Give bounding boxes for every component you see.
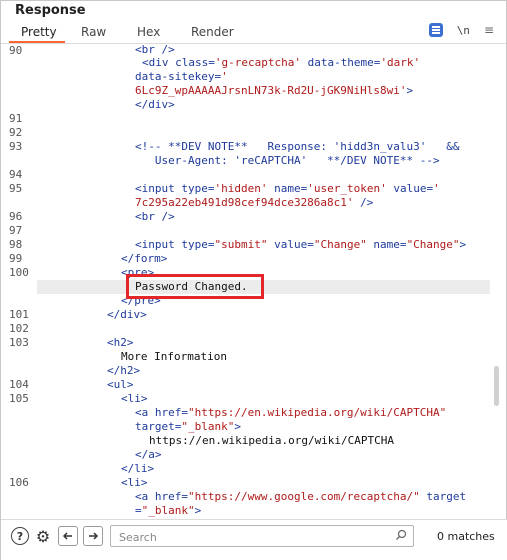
line-number: 98 bbox=[9, 238, 23, 251]
code-line: </a> bbox=[135, 448, 162, 461]
code-line: <div class='g-recaptcha' data-theme='dar… bbox=[142, 56, 421, 69]
code-line: 6Lc9Z_wpAAAAAJrsnLN73k-Rd2U-jGK9NiHls8wi… bbox=[135, 84, 414, 97]
code-line: 7c295a22eb491d98cef94dce3286a8c1' /> bbox=[135, 196, 374, 209]
line-number: 92 bbox=[9, 126, 23, 139]
code-line: </h2> bbox=[107, 364, 141, 377]
code-line: User-Agent: 'reCAPTCHA' **/DEV NOTE** --… bbox=[135, 154, 440, 167]
line-number: 91 bbox=[9, 112, 23, 125]
tab-render[interactable]: Render bbox=[177, 23, 257, 43]
line-number: 93 bbox=[9, 140, 23, 153]
code-line: ="_blank"> bbox=[135, 504, 202, 517]
code-line: </div> bbox=[107, 308, 147, 321]
help-icon[interactable]: ? bbox=[11, 527, 29, 545]
code-line: <li> bbox=[121, 392, 148, 405]
tab-raw[interactable]: Raw bbox=[65, 23, 115, 43]
response-panel: Response Pretty Raw Hex Render \n ≡ 90 9… bbox=[0, 0, 507, 560]
line-number: 99 bbox=[9, 252, 23, 265]
line-number: 100 bbox=[9, 266, 29, 279]
line-number: 103 bbox=[9, 336, 29, 349]
show-newlines-button[interactable]: \n bbox=[457, 24, 470, 37]
panel-title: Response bbox=[15, 3, 86, 18]
code-line: <h2> bbox=[107, 336, 134, 349]
tab-pretty[interactable]: Pretty bbox=[9, 23, 65, 43]
previous-match-button[interactable] bbox=[58, 526, 78, 546]
code-line: </form> bbox=[121, 252, 168, 265]
line-number: 97 bbox=[9, 224, 23, 237]
search-box[interactable] bbox=[110, 525, 414, 548]
next-match-button[interactable] bbox=[83, 526, 103, 546]
code-line: data-sitekey=' bbox=[135, 70, 228, 83]
search-bar: ? ⚙ 0 matches bbox=[1, 519, 507, 560]
menu-icon[interactable]: ≡ bbox=[484, 23, 494, 37]
line-number: 96 bbox=[9, 210, 23, 223]
code-line: More Information bbox=[121, 350, 227, 363]
pretty-format-icon[interactable] bbox=[428, 23, 443, 37]
search-input[interactable] bbox=[111, 527, 381, 548]
code-line: <li> bbox=[121, 476, 148, 489]
line-number: 101 bbox=[9, 308, 29, 321]
arrow-left-icon bbox=[62, 532, 72, 540]
line-number: 95 bbox=[9, 182, 23, 195]
line-number: 102 bbox=[9, 322, 29, 335]
code-line: </li> bbox=[121, 462, 155, 475]
code-line: https://en.wikipedia.org/wiki/CAPTCHA bbox=[149, 434, 395, 447]
code-line: <input type='hidden' name='user_token' v… bbox=[135, 182, 440, 195]
code-line: <a href="https://www.google.com/recaptch… bbox=[135, 490, 467, 503]
line-number-gutter: 90 91 92 93 94 95 96 97 98 99 100 101 10… bbox=[1, 44, 37, 519]
scrollbar-thumb[interactable] bbox=[494, 366, 499, 406]
arrow-right-icon bbox=[89, 532, 99, 540]
line-number: 90 bbox=[9, 44, 23, 57]
line-number: 106 bbox=[9, 476, 29, 489]
vertical-scrollbar[interactable] bbox=[494, 44, 500, 519]
code-line: </div> bbox=[135, 98, 175, 111]
match-count: 0 matches bbox=[437, 530, 495, 543]
line-number: 94 bbox=[9, 168, 23, 181]
view-toolbar: \n ≡ bbox=[428, 23, 494, 37]
code-line: <input type="submit" value="Change" name… bbox=[135, 238, 467, 251]
tab-hex[interactable]: Hex bbox=[115, 23, 177, 43]
gear-icon[interactable]: ⚙ bbox=[33, 526, 53, 546]
line-number: 104 bbox=[9, 378, 29, 391]
code-line: <br /> bbox=[135, 210, 175, 223]
view-tabs: Pretty Raw Hex Render bbox=[9, 23, 257, 43]
line-number: 105 bbox=[9, 392, 29, 405]
search-icon bbox=[396, 529, 407, 540]
code-line: target="_blank"> bbox=[135, 420, 241, 433]
highlight-annotation-box bbox=[126, 274, 264, 299]
code-line: <!-- **DEV NOTE** Response: 'hidd3n_valu… bbox=[135, 140, 460, 153]
code-line: <ul> bbox=[107, 378, 134, 391]
code-line: <a href="https://en.wikipedia.org/wiki/C… bbox=[135, 406, 447, 419]
